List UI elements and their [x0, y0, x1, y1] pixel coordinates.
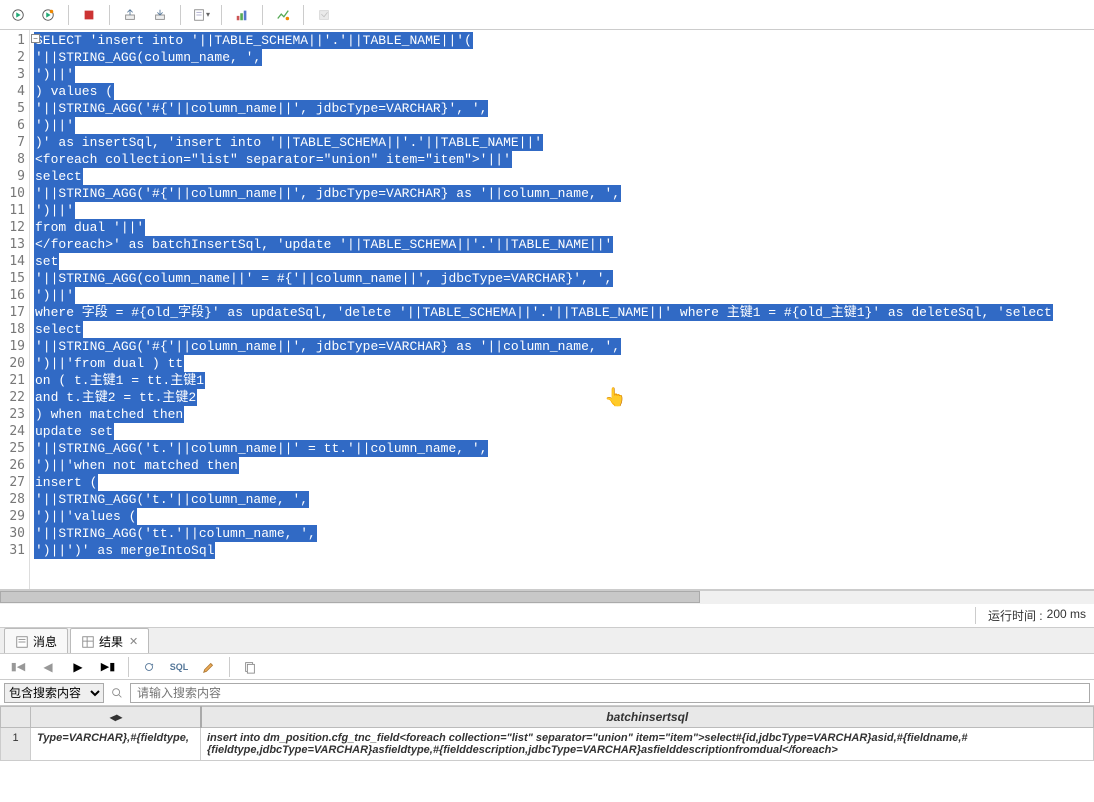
code-line[interactable]: )' as insertSql, 'insert into '||TABLE_S… — [34, 134, 1090, 151]
separator — [229, 657, 230, 677]
code-line[interactable]: on ( t.主键1 = tt.主键1 — [34, 372, 1090, 389]
code-line[interactable]: '||STRING_AGG('#{'||column_name||', jdbc… — [34, 100, 1090, 117]
col1-header[interactable]: ◂▸ — [31, 707, 201, 728]
export-button[interactable] — [116, 3, 144, 27]
tab-label: 结果 — [99, 633, 123, 650]
grid-header-row: ◂▸ batchinsertsql — [1, 707, 1094, 728]
last-row-button[interactable]: ▶▮ — [94, 655, 122, 679]
message-icon — [15, 635, 29, 649]
code-line[interactable]: '||STRING_AGG('#{'||column_name||', jdbc… — [34, 185, 1090, 202]
code-line[interactable]: SELECT 'insert into '||TABLE_SCHEMA||'.'… — [34, 32, 1090, 49]
edit-button[interactable] — [195, 655, 223, 679]
analyze-button[interactable] — [269, 3, 297, 27]
code-line[interactable]: '||STRING_AGG(column_name, ', — [34, 49, 1090, 66]
grid-icon — [81, 635, 95, 649]
row-number: 1 — [1, 728, 31, 761]
code-line[interactable]: from dual '||' — [34, 219, 1090, 236]
search-mode-select[interactable]: 包含搜索内容 — [4, 683, 104, 703]
col2-header[interactable]: batchinsertsql — [201, 707, 1094, 728]
results-tabs: 消息 结果 ✕ — [0, 628, 1094, 654]
code-line[interactable]: ')||'when not matched then — [34, 457, 1090, 474]
line-gutter: 1234567891011121314151617181920212223242… — [0, 30, 30, 589]
first-row-button[interactable]: ▮◀ — [4, 655, 32, 679]
script-button[interactable]: ▾ — [187, 3, 215, 27]
code-line[interactable]: ) when matched then — [34, 406, 1090, 423]
code-line[interactable]: select — [34, 168, 1090, 185]
results-grid[interactable]: ◂▸ batchinsertsql 1 Type=VARCHAR},#{fiel… — [0, 706, 1094, 761]
code-area[interactable]: SELECT 'insert into '||TABLE_SCHEMA||'.'… — [30, 30, 1094, 589]
separator — [109, 5, 110, 25]
separator — [180, 5, 181, 25]
search-row: 包含搜索内容 — [0, 680, 1094, 706]
runtime-value: 200 ms — [1047, 607, 1086, 624]
copy-button[interactable] — [236, 655, 264, 679]
table-row[interactable]: 1 Type=VARCHAR},#{fieldtype, insert into… — [1, 728, 1094, 761]
results-grid-wrap: ◂▸ batchinsertsql 1 Type=VARCHAR},#{fiel… — [0, 706, 1094, 802]
code-line[interactable]: ')||')' as mergeIntoSql — [34, 542, 1090, 559]
cell-col1[interactable]: Type=VARCHAR},#{fieldtype, — [31, 728, 201, 761]
tab-results[interactable]: 结果 ✕ — [70, 628, 149, 653]
search-input[interactable] — [130, 683, 1090, 703]
separator — [262, 5, 263, 25]
code-line[interactable]: '||STRING_AGG('t.'||column_name, ', — [34, 491, 1090, 508]
results-toolbar: ▮◀ ◀ ▶ ▶▮ SQL — [0, 654, 1094, 680]
runtime-label: 运行时间 : — [988, 607, 1043, 624]
code-line[interactable]: and t.主键2 = tt.主键2 — [34, 389, 1090, 406]
separator — [303, 5, 304, 25]
code-line[interactable]: ')||' — [34, 66, 1090, 83]
next-row-button[interactable]: ▶ — [64, 655, 92, 679]
separator — [221, 5, 222, 25]
search-icon — [110, 686, 124, 700]
main-toolbar: ▾ — [0, 0, 1094, 30]
execute-button[interactable] — [4, 3, 32, 27]
code-line[interactable]: ')||' — [34, 117, 1090, 134]
tab-label: 消息 — [33, 633, 57, 650]
code-line[interactable]: ')||' — [34, 202, 1090, 219]
sql-editor[interactable]: 1234567891011121314151617181920212223242… — [0, 30, 1094, 590]
sql-button[interactable]: SQL — [165, 655, 193, 679]
code-line[interactable]: set — [34, 253, 1090, 270]
code-line[interactable]: '||STRING_AGG('tt.'||column_name, ', — [34, 525, 1090, 542]
tab-messages[interactable]: 消息 — [4, 628, 68, 653]
import-button[interactable] — [146, 3, 174, 27]
code-line[interactable]: select — [34, 321, 1090, 338]
separator — [68, 5, 69, 25]
code-line[interactable]: ')||'values ( — [34, 508, 1090, 525]
code-line[interactable]: ')||' — [34, 287, 1090, 304]
chart-button[interactable] — [228, 3, 256, 27]
code-line[interactable]: '||STRING_AGG(column_name||' = #{'||colu… — [34, 270, 1090, 287]
fold-marker[interactable]: − — [31, 34, 40, 43]
code-line[interactable]: </foreach>' as batchInsertSql, 'update '… — [34, 236, 1090, 253]
close-icon[interactable]: ✕ — [129, 635, 138, 648]
cell-col2[interactable]: insert into dm_position.cfg_tnc_field<fo… — [201, 728, 1094, 761]
prev-row-button[interactable]: ◀ — [34, 655, 62, 679]
code-line[interactable]: '||STRING_AGG('t.'||column_name||' = tt.… — [34, 440, 1090, 457]
code-line[interactable]: update set — [34, 423, 1090, 440]
code-line[interactable]: <foreach collection="list" separator="un… — [34, 151, 1090, 168]
editor-hscroll[interactable] — [0, 590, 1094, 604]
code-line[interactable]: '||STRING_AGG('#{'||column_name||', jdbc… — [34, 338, 1090, 355]
code-line[interactable]: ) values ( — [34, 83, 1090, 100]
code-line[interactable]: ')||'from dual ) tt — [34, 355, 1090, 372]
refresh-button[interactable] — [135, 655, 163, 679]
lock-button[interactable] — [310, 3, 338, 27]
separator — [128, 657, 129, 677]
status-bar: 运行时间 : 200 ms — [0, 604, 1094, 628]
stop-button[interactable] — [75, 3, 103, 27]
rownum-header — [1, 707, 31, 728]
execute-new-button[interactable] — [34, 3, 62, 27]
code-line[interactable]: insert ( — [34, 474, 1090, 491]
code-line[interactable]: where 字段 = #{old_字段}' as updateSql, 'del… — [34, 304, 1090, 321]
